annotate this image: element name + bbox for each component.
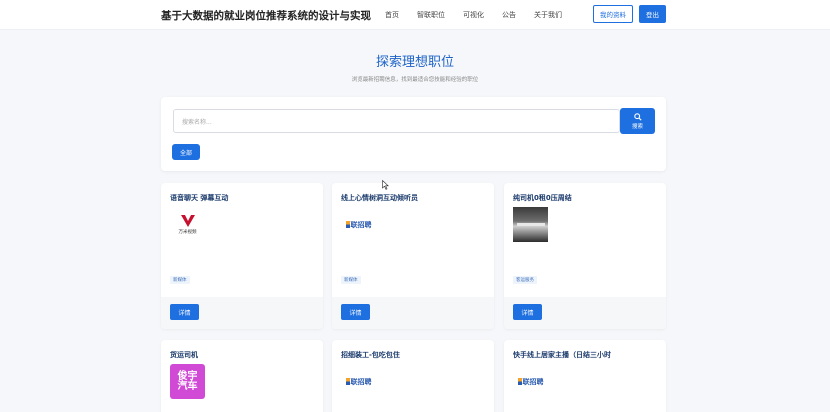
- search-icon: [633, 112, 642, 121]
- job-title: 招细装工-包吃包住: [341, 351, 400, 359]
- job-card[interactable]: 纯司机0租0压周结 客运服务 详情: [504, 183, 666, 329]
- job-card[interactable]: 货运司机 俊宇 汽车: [161, 340, 323, 412]
- nav-announcements[interactable]: 公告: [502, 10, 516, 20]
- top-navbar: 基于大数据的就业岗位推荐系统的设计与实现 首页 智联职位 可视化 公告 关于我们…: [0, 0, 830, 30]
- detail-button[interactable]: 详情: [341, 304, 370, 320]
- company-logo-line2: 汽车: [177, 380, 198, 392]
- company-logo-text: 联招聘: [350, 377, 372, 386]
- job-title: 纯司机0租0压周结: [513, 194, 572, 202]
- nav-home[interactable]: 首页: [385, 10, 399, 20]
- search-input[interactable]: 搜索名称...: [173, 109, 620, 133]
- search-button-label: 搜索: [631, 123, 643, 130]
- company-logo: 万米视频: [170, 207, 205, 242]
- job-card[interactable]: 语音聊天 弹幕互动 万米视频 新媒体 详情: [161, 183, 323, 329]
- page-title: 探索理想职位: [375, 55, 454, 70]
- company-logo-text: 联招聘: [522, 377, 544, 386]
- company-logo-text: 万米视频: [178, 230, 197, 235]
- job-title: 快手线上居家主播（日结三小时: [513, 351, 611, 359]
- profile-button[interactable]: 我的资料: [593, 5, 633, 23]
- company-logo: 联招聘: [341, 364, 376, 399]
- company-logo: 俊宇 汽车: [170, 364, 205, 399]
- mouse-cursor-icon: [382, 180, 389, 190]
- job-title: 线上心情树洞互动倾听员: [341, 194, 418, 202]
- category-tag: 新媒体: [170, 276, 190, 284]
- nav-visualization[interactable]: 可视化: [463, 10, 484, 20]
- job-card[interactable]: 线上心情树洞互动倾听员 联招聘 新媒体 详情: [332, 183, 494, 329]
- job-card[interactable]: 快手线上居家主播（日结三小时 联招聘: [504, 340, 666, 412]
- company-logo: 联招聘: [513, 364, 548, 399]
- search-panel: 搜索名称... 搜索 全部: [161, 97, 666, 171]
- nav-links: 首页 智联职位 可视化 公告 关于我们: [385, 10, 580, 20]
- company-logo-text: 联招聘: [350, 220, 372, 229]
- detail-button[interactable]: 详情: [170, 304, 199, 320]
- search-button[interactable]: 搜索: [620, 108, 655, 134]
- company-photo: [513, 207, 548, 242]
- company-logo-line1: 俊宇: [177, 370, 198, 382]
- category-tag: 客运服务: [513, 276, 537, 284]
- company-logo: 联招聘: [341, 207, 376, 242]
- filter-all-button[interactable]: 全部: [172, 144, 200, 160]
- site-title: 基于大数据的就业岗位推荐系统的设计与实现: [161, 10, 371, 22]
- page-subtitle: 浏览最新招聘信息，找到最适合您技能和经验的职位: [351, 77, 479, 83]
- nav-about[interactable]: 关于我们: [534, 10, 562, 20]
- job-title: 语音聊天 弹幕互动: [170, 194, 229, 202]
- logout-button[interactable]: 登出: [639, 5, 666, 23]
- category-tag: 新媒体: [341, 276, 361, 284]
- nav-zhilian-jobs[interactable]: 智联职位: [417, 10, 445, 20]
- detail-button[interactable]: 详情: [513, 304, 542, 320]
- job-card[interactable]: 招细装工-包吃包住 联招聘: [332, 340, 494, 412]
- job-title: 货运司机: [170, 351, 198, 359]
